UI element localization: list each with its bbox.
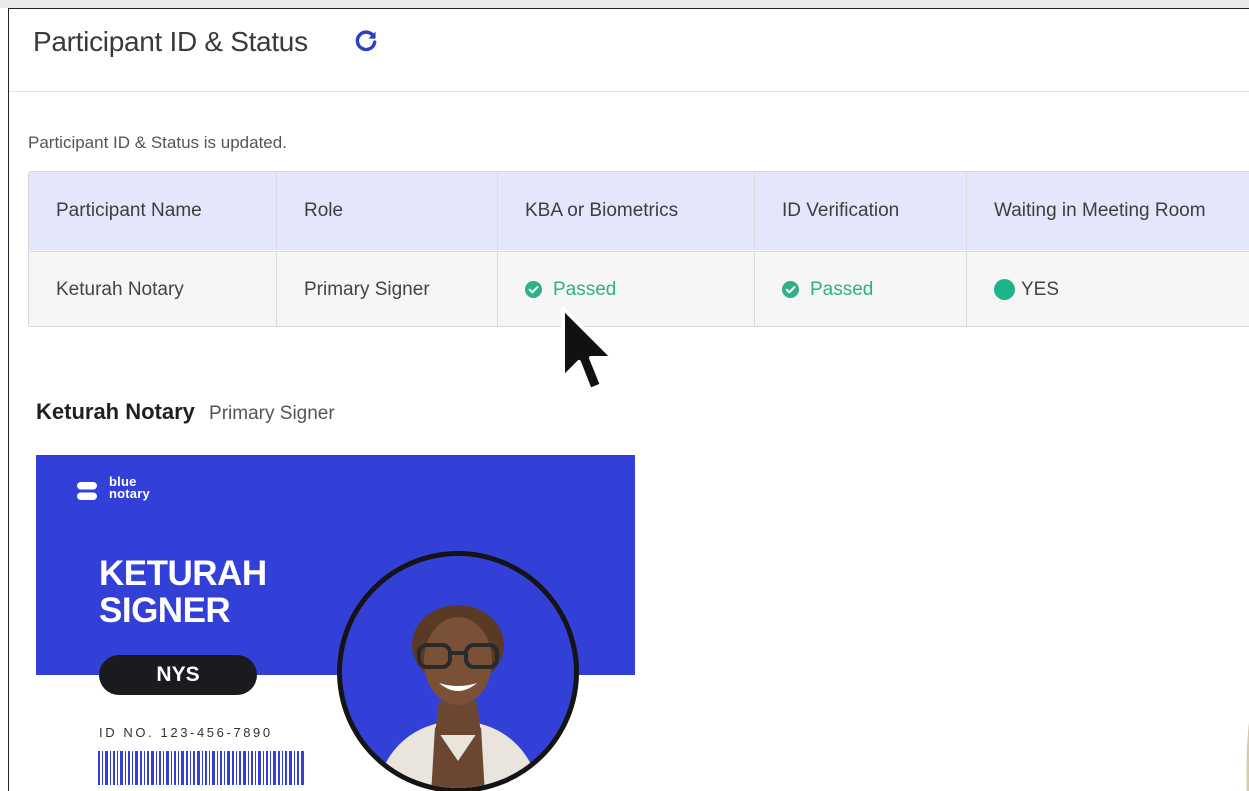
- id-verification-label: Passed: [810, 278, 874, 300]
- check-circle-icon: [782, 281, 799, 298]
- blue-notary-logo-icon: [77, 482, 97, 500]
- id-verification-cell: Passed: [755, 252, 967, 326]
- status-dot-icon: [994, 279, 1015, 300]
- participant-photo: [337, 551, 579, 791]
- table-row[interactable]: Keturah Notary Primary Signer Passed Pas…: [29, 251, 1249, 326]
- panel-header: Participant ID & Status: [9, 9, 1249, 92]
- participant-role: Primary Signer: [209, 403, 335, 424]
- check-circle-icon: [525, 281, 542, 298]
- refresh-icon[interactable]: [353, 28, 379, 54]
- id-number: ID NO. 123-456-7890: [99, 725, 273, 740]
- logo-text-line2: notary: [109, 486, 150, 501]
- id-card-name-line1: KETURAH: [99, 554, 267, 593]
- column-header-role: Role: [277, 172, 498, 250]
- id-card-name: KETURAH SIGNER: [99, 555, 267, 629]
- participant-panel: Participant ID & Status Participant ID &…: [8, 8, 1249, 791]
- column-header-participant-name: Participant Name: [29, 172, 277, 250]
- logo-text: blue notary: [109, 475, 150, 501]
- id-card-name-line2: SIGNER: [99, 591, 231, 630]
- id-card-image: blue notary KETURAH SIGNER NYS ID NO. 12…: [36, 455, 636, 791]
- waiting-room-cell: YES: [967, 252, 1249, 326]
- role-cell: Primary Signer: [277, 252, 498, 326]
- status-message: Participant ID & Status is updated.: [28, 133, 287, 152]
- kba-status-label: Passed: [553, 278, 617, 300]
- background-object: [1246, 722, 1249, 791]
- participant-name: Keturah Notary: [36, 399, 195, 424]
- column-header-id-verification: ID Verification: [755, 172, 967, 250]
- kba-status-cell: Passed: [498, 252, 755, 326]
- table-header-row: Participant Name Role KBA or Biometrics …: [29, 172, 1249, 250]
- column-header-waiting-in-meeting-room: Waiting in Meeting Room: [994, 200, 1206, 221]
- page-title: Participant ID & Status: [33, 26, 308, 57]
- participant-heading: Keturah Notary Primary Signer: [36, 399, 335, 425]
- waiting-room-label: YES: [1021, 278, 1060, 300]
- column-header-kba-or-biometrics: KBA or Biometrics: [498, 172, 755, 250]
- participant-status-table: Participant Name Role KBA or Biometrics …: [28, 171, 1249, 327]
- mouse-pointer-icon: [561, 306, 615, 392]
- participant-name-cell: Keturah Notary: [29, 252, 277, 326]
- barcode-icon: [98, 751, 304, 785]
- state-badge: NYS: [99, 655, 257, 695]
- window-top-strip: [0, 0, 1249, 8]
